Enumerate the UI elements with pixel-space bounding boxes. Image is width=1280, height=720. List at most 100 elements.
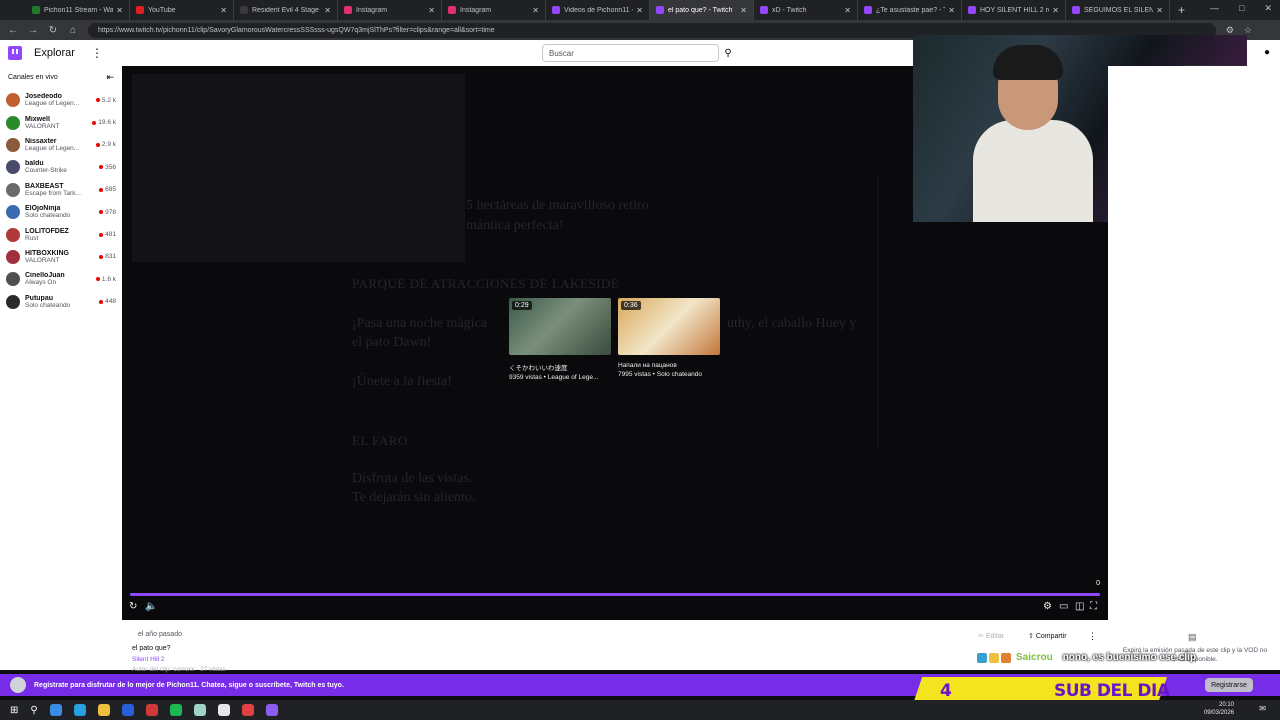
register-button[interactable]: Registrarse (1205, 678, 1253, 692)
user-menu-icon[interactable]: ● (1264, 47, 1270, 58)
recommended-clip[interactable]: 0:29 くそかわいいわ速度 9359 vistas • League of L… (509, 298, 611, 381)
browser-tab[interactable]: el pato que? - Twitch ✕ (650, 0, 754, 20)
viewer-count-value: 685 (105, 186, 116, 194)
theatre-mode-icon[interactable]: ▭ (1059, 601, 1068, 612)
tab-close-icon[interactable]: ✕ (532, 6, 539, 15)
sidebar-channel-item[interactable]: BAXBEAST Escape from Tark... 685 (0, 179, 122, 201)
viewer-count: 19.6 k (92, 119, 116, 126)
tab-close-icon[interactable]: ✕ (428, 6, 435, 15)
home-icon[interactable]: ⌂ (68, 25, 78, 36)
more-options-icon[interactable]: ⋮ (1088, 631, 1097, 642)
channel-avatar-icon (10, 677, 26, 693)
notifications-icon[interactable]: ✉ (1259, 704, 1266, 713)
collapse-sidebar-icon[interactable]: ⇤ (106, 72, 114, 83)
tab-close-icon[interactable]: ✕ (844, 6, 851, 15)
extensions-icon[interactable]: ⚙ (1226, 25, 1234, 36)
tab-close-icon[interactable]: ✕ (1156, 6, 1163, 15)
clip-title[interactable]: Напали на пацанов (618, 362, 720, 369)
bg-text: ¡Pasa una noche mágica (352, 316, 487, 331)
browser-tab[interactable]: Pichon11 Stream - Watch Li...✕ (26, 0, 130, 20)
browser-tab[interactable]: SEGUIMOS EL SILENT HIL...✕ (1066, 0, 1170, 20)
volume-icon[interactable]: 🔈 (145, 601, 157, 612)
browser-tab[interactable]: ¿Te asustaste pae? - Twitch✕ (858, 0, 962, 20)
bg-text: Disfruta de las vistas. (352, 471, 473, 486)
viewer-count-value: 481 (105, 231, 116, 239)
search-input[interactable]: Buscar (542, 44, 719, 62)
edit-button[interactable]: ✂ Editar (978, 632, 1004, 640)
taskbar-app-icon[interactable] (169, 704, 182, 716)
clip-thumbnail[interactable]: 0:36 (618, 298, 720, 355)
sidebar-channel-item[interactable]: Nissaxter League of Legen... 2.9 k (0, 134, 122, 156)
sidebar-channel-item[interactable]: HITBOXKING VALORANT 831 (0, 246, 122, 268)
tab-close-icon[interactable]: ✕ (740, 6, 747, 15)
back-icon[interactable]: ← (8, 25, 18, 36)
taskbar-app-icon[interactable] (121, 704, 134, 716)
tab-favicon-icon (448, 6, 456, 14)
forward-icon[interactable]: → (28, 25, 38, 36)
taskbar-app-icon[interactable] (265, 704, 278, 716)
taskbar-app-icon[interactable] (217, 704, 230, 716)
vod-unavailable-icon: ▤ (1188, 632, 1197, 642)
tab-close-icon[interactable]: ✕ (324, 6, 331, 15)
sidebar-channel-item[interactable]: CinelloJuan Always On 1.6 k (0, 268, 122, 290)
taskbar-app-icon[interactable] (49, 704, 62, 716)
sidebar-channel-item[interactable]: Mixwell VALORANT 19.6 k (0, 111, 122, 133)
clip-duration: 0:36 (621, 301, 641, 310)
share-icon: ⇧ (1028, 633, 1034, 640)
channel-info: LOLITOFDEZ Rust (25, 228, 94, 242)
sidebar-channel-item[interactable]: Putupau Solo chateando 448 (0, 291, 122, 313)
channel-info: Josedeodo League of Legen... (25, 93, 91, 107)
pip-icon[interactable]: ◫ (1075, 601, 1084, 612)
new-tab-button[interactable]: + (1178, 3, 1185, 17)
explore-link[interactable]: Explorar (34, 47, 75, 59)
sidebar-channel-item[interactable]: LOLITOFDEZ Rust 481 (0, 223, 122, 245)
sidebar-channel-item[interactable]: ElOjoNinja Solo chateando 978 (0, 201, 122, 223)
maximize-icon[interactable]: □ (1239, 3, 1244, 14)
tab-close-icon[interactable]: ✕ (116, 6, 123, 15)
windows-start-icon[interactable]: ⊞ (10, 705, 18, 716)
bookmark-icon[interactable]: ☆ (1244, 25, 1252, 36)
channel-list: Josedeodo League of Legen... 5.2 k Mixwell V… (0, 89, 122, 313)
progress-bar[interactable] (130, 593, 1100, 596)
taskbar-app-icon[interactable] (97, 704, 110, 716)
browser-tab[interactable]: Resident Evil 4 Stage 1 Gam...✕ (234, 0, 338, 20)
sidebar-channel-item[interactable]: baldu Counter-Strike 356 (0, 156, 122, 178)
sidebar-channel-item[interactable]: Josedeodo League of Legen... 5.2 k (0, 89, 122, 111)
system-clock[interactable]: 20:10 09/03/2026 (1204, 701, 1234, 718)
clip-title[interactable]: くそかわいいわ速度 (509, 362, 611, 372)
browser-tab[interactable]: Videos de Pichonn11 - Twitc...✕ (546, 0, 650, 20)
fullscreen-icon[interactable]: ⛶ (1090, 601, 1097, 612)
search-taskbar-icon[interactable]: ⚲ (30, 705, 37, 716)
share-button[interactable]: ⇧ Compartir (1028, 632, 1067, 640)
replay-icon[interactable]: ↻ (129, 601, 137, 612)
tab-close-icon[interactable]: ✕ (1052, 6, 1059, 15)
tab-close-icon[interactable]: ✕ (636, 6, 643, 15)
taskbar-app-icon[interactable] (241, 704, 254, 716)
minimize-icon[interactable]: — (1210, 3, 1219, 14)
reload-icon[interactable]: ↻ (48, 25, 58, 36)
taskbar-app-icon[interactable] (73, 704, 86, 716)
close-window-icon[interactable]: ✕ (1264, 3, 1272, 14)
settings-icon[interactable]: ⚙ (1043, 601, 1052, 612)
tab-close-icon[interactable]: ✕ (948, 6, 955, 15)
channel-name: HITBOXKING (25, 249, 69, 257)
browser-tab[interactable]: xD - Twitch ✕ (754, 0, 858, 20)
tab-close-icon[interactable]: ✕ (220, 6, 227, 15)
channel-game: Counter-Strike (25, 167, 67, 175)
browser-tab[interactable]: Instagram ✕ (442, 0, 546, 20)
taskbar-app-icon[interactable] (193, 704, 206, 716)
search-icon[interactable]: ⚲ (720, 44, 736, 62)
browser-tab[interactable]: HOY SILENT HILL 2 remake!✕ (962, 0, 1066, 20)
divider (877, 176, 879, 446)
more-menu-icon[interactable]: ⋮ (91, 46, 103, 60)
browser-tab[interactable]: YouTube ✕ (130, 0, 234, 20)
clip-thumbnail[interactable]: 0:29 (509, 298, 611, 355)
browser-tab[interactable]: Instagram ✕ (338, 0, 442, 20)
clip-game-link[interactable]: Silent Hill 2 (132, 656, 165, 663)
recommended-clip[interactable]: 0:36 Напали на пацанов 7995 vistas • Sol… (618, 298, 720, 381)
taskbar-app-icon[interactable] (145, 704, 158, 716)
badge-icon (977, 652, 987, 663)
twitch-logo-icon[interactable] (8, 46, 22, 60)
badge-icon (989, 652, 999, 663)
sidebar-title: Canales en vivo (8, 74, 58, 81)
